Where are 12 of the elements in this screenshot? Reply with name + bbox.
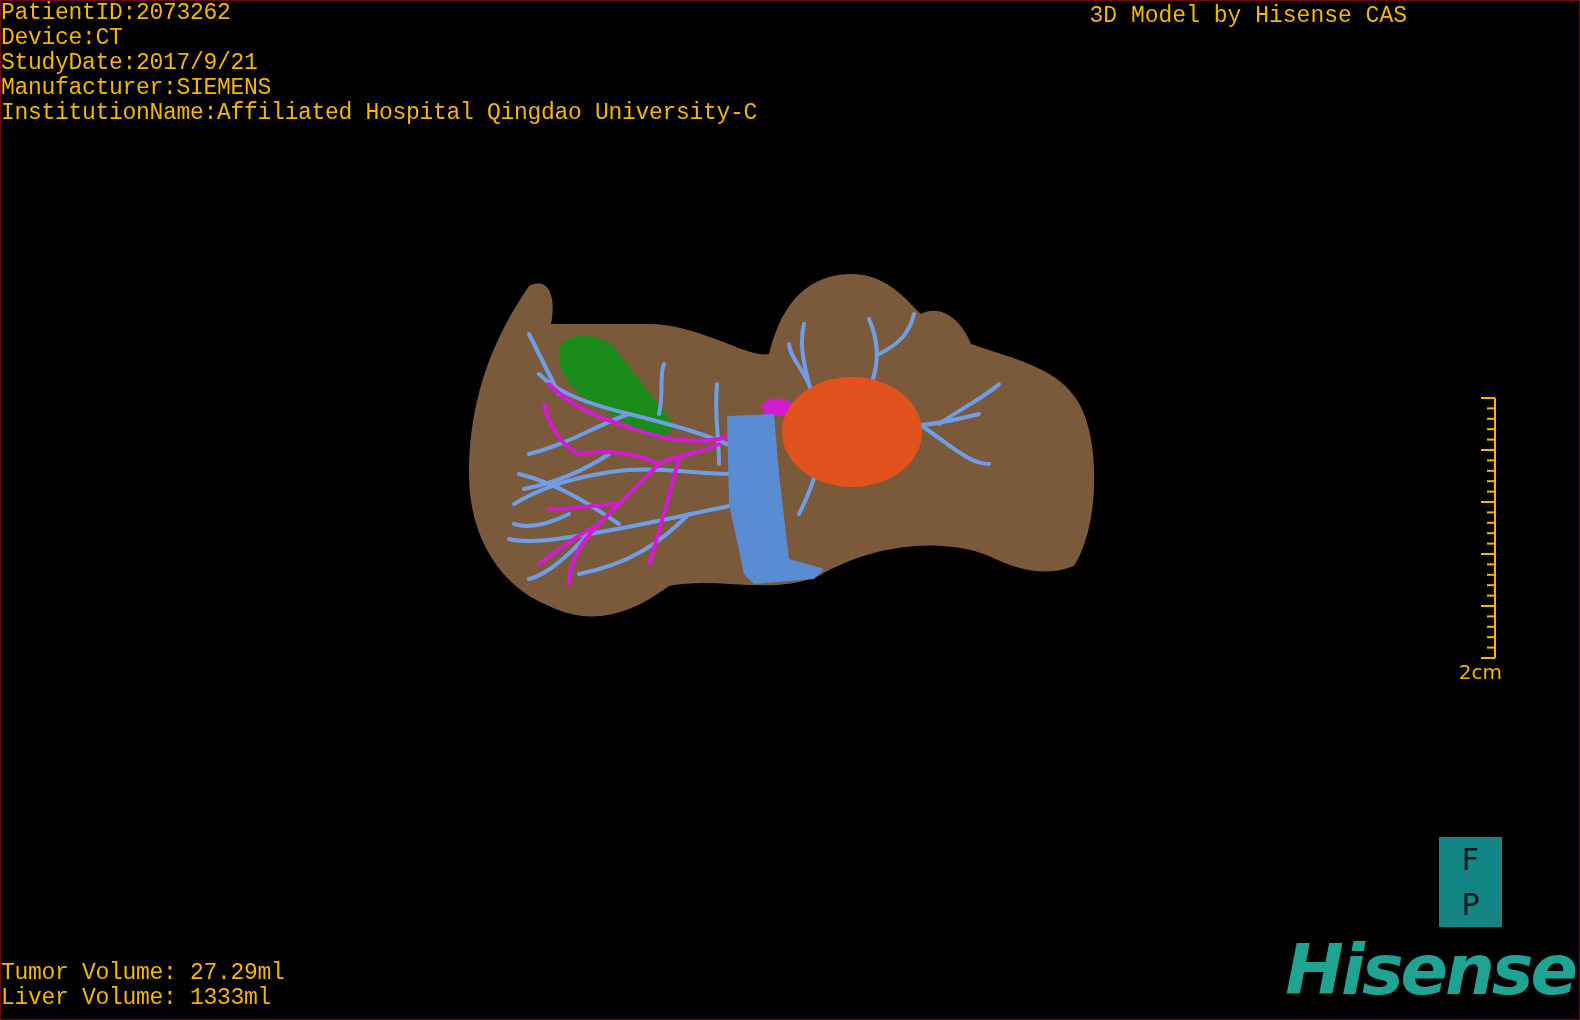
patient-info-text: InstitutionName:Affiliated Hospital Qingdao University-C — [1, 101, 758, 126]
scale-label: 2cm — [1458, 661, 1502, 683]
volume-text: Tumor Volume: 27.29ml — [1, 961, 285, 986]
orientation-letter: P — [1461, 888, 1480, 921]
patient-info-text: StudyDate:2017/9/21 — [1, 51, 259, 76]
viewer-title: 3D Model by Hisense CAS — [1089, 4, 1407, 29]
orientation-letter: F — [1461, 843, 1480, 876]
patient-info-text: Device:CT — [1, 26, 124, 51]
volume-text: Liver Volume: 1333ml — [1, 986, 273, 1011]
patient-info-text: Manufacturer:SIEMENS — [1, 76, 273, 101]
patient-info-text: PatientID:2073262 — [1, 1, 232, 26]
brand-logo: Hisense — [1285, 935, 1575, 1005]
